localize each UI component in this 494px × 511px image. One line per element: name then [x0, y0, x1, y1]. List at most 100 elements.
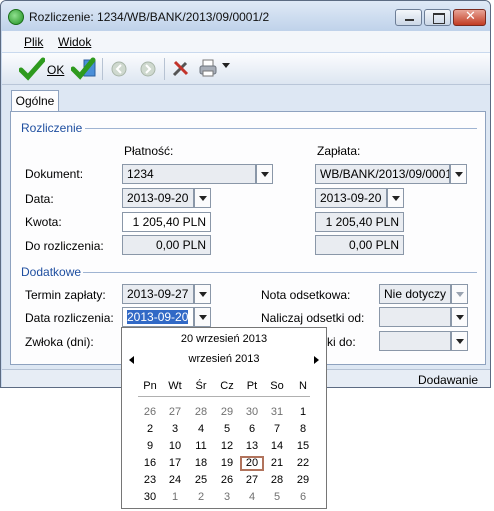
- calendar-day[interactable]: 12: [215, 439, 239, 454]
- calendar-day[interactable]: 11: [189, 439, 213, 454]
- kwota-zaplata-field[interactable]: 1 205,40 PLN: [315, 212, 404, 232]
- weekday-header: Pn: [143, 380, 157, 392]
- calendar-day[interactable]: 6: [240, 422, 264, 437]
- print-icon[interactable]: [198, 58, 218, 78]
- tab-ogolne[interactable]: Ogólne: [11, 90, 59, 112]
- close-button[interactable]: ✕: [453, 9, 486, 26]
- calendar-day[interactable]: 4: [189, 422, 213, 437]
- data-rozliczenia-selected-text: 2013-09-20: [127, 310, 189, 324]
- calendar-day[interactable]: 14: [265, 439, 289, 454]
- calendar-day[interactable]: 5: [215, 422, 239, 437]
- data-zaplata-dropdown[interactable]: [387, 188, 404, 208]
- calendar-day[interactable]: 15: [291, 439, 315, 454]
- data-platnosc-field[interactable]: 2013-09-20: [122, 188, 194, 208]
- calendar-day[interactable]: 26: [215, 473, 239, 488]
- naliczaj-do-field[interactable]: [379, 331, 451, 351]
- naliczaj-od-field[interactable]: [379, 307, 451, 327]
- calendar-month-label[interactable]: wrzesień 2013: [122, 353, 326, 365]
- dokument-zaplata-dropdown[interactable]: [450, 164, 467, 184]
- weekday-header: Pt: [246, 380, 258, 392]
- kwota-platnosc-field[interactable]: 1 205,40 PLN: [122, 212, 211, 232]
- calendar-day[interactable]: 30: [240, 405, 264, 420]
- forward-icon[interactable]: [140, 61, 156, 77]
- calendar-day[interactable]: 19: [215, 456, 239, 471]
- weekday-header: So: [270, 380, 284, 392]
- title-bar[interactable]: Rozliczenie: 1234/WB/BANK/2013/09/0001/2…: [1, 1, 490, 31]
- calendar-day[interactable]: 5: [265, 490, 289, 505]
- label-data-rozliczenia: Data rozliczenia:: [25, 311, 114, 325]
- weekday-header: N: [299, 380, 307, 392]
- calendar-day[interactable]: 21: [265, 456, 289, 471]
- tools-icon[interactable]: [172, 59, 190, 77]
- ok-checkmark-icon[interactable]: [19, 57, 45, 81]
- calendar-day-selected[interactable]: 20: [240, 456, 264, 471]
- calendar-day[interactable]: 3: [163, 422, 187, 437]
- next-month-icon[interactable]: [314, 356, 319, 364]
- calendar-day[interactable]: 3: [215, 490, 239, 505]
- termin-zaplaty-field[interactable]: 2013-09-27: [122, 284, 194, 304]
- calendar-day[interactable]: 22: [291, 456, 315, 471]
- calendar-day[interactable]: 2: [189, 490, 213, 505]
- calendar-day[interactable]: 17: [163, 456, 187, 471]
- calendar-day[interactable]: 8: [291, 422, 315, 437]
- calendar-day[interactable]: 4: [240, 490, 264, 505]
- do-rozliczenia-platnosc-field: 0,00 PLN: [122, 235, 211, 255]
- minimize-icon: [405, 19, 414, 21]
- data-rozliczenia-dropdown[interactable]: [194, 307, 211, 327]
- calendar-day[interactable]: 23: [138, 473, 162, 488]
- nota-odsetkowa-field[interactable]: Nie dotyczy: [379, 284, 451, 304]
- dokument-zaplata-field[interactable]: WB/BANK/2013/09/0001/2: [315, 164, 450, 184]
- calendar-day[interactable]: 27: [240, 473, 264, 488]
- calendar-day[interactable]: 25: [189, 473, 213, 488]
- dokument-platnosc-dropdown[interactable]: [256, 164, 273, 184]
- calendar-day[interactable]: 9: [138, 439, 162, 454]
- naliczaj-do-dropdown[interactable]: [451, 331, 468, 351]
- data-rozliczenia-field[interactable]: 2013-09-20: [122, 307, 194, 327]
- toolbar-separator: [164, 58, 165, 80]
- calendar-day[interactable]: 18: [189, 456, 213, 471]
- maximize-icon: [433, 13, 445, 24]
- minimize-button[interactable]: [395, 9, 422, 26]
- column-header-platnosc: Płatność:: [124, 144, 174, 158]
- calendar-day[interactable]: 2: [138, 422, 162, 437]
- ok-button[interactable]: OK: [47, 63, 64, 77]
- close-icon: ✕: [465, 9, 476, 24]
- calendar-day[interactable]: 1: [291, 405, 315, 420]
- weekday-header: Wt: [168, 380, 182, 392]
- back-icon[interactable]: [111, 61, 127, 77]
- app-icon: [8, 9, 24, 25]
- calendar-day[interactable]: 6: [291, 490, 315, 505]
- label-naliczaj-odsetki-od: Naliczaj odsetki od:: [261, 311, 365, 325]
- calendar-day[interactable]: 16: [138, 456, 162, 471]
- calendar-day[interactable]: 1: [163, 490, 187, 505]
- calendar-day[interactable]: 24: [163, 473, 187, 488]
- data-platnosc-dropdown[interactable]: [194, 188, 211, 208]
- toolbar-separator: [102, 58, 103, 80]
- naliczaj-od-dropdown[interactable]: [451, 307, 468, 327]
- do-rozliczenia-zaplata-field: 0,00 PLN: [315, 235, 404, 255]
- dokument-platnosc-field[interactable]: 1234: [122, 164, 256, 184]
- calendar-day[interactable]: 29: [291, 473, 315, 488]
- window-title: Rozliczenie: 1234/WB/BANK/2013/09/0001/2: [29, 10, 270, 24]
- calendar-day[interactable]: 28: [265, 473, 289, 488]
- calendar-divider: [138, 396, 310, 397]
- nota-odsetkowa-dropdown[interactable]: [451, 284, 468, 304]
- calendar-day[interactable]: 28: [189, 405, 213, 420]
- maximize-button[interactable]: [424, 9, 451, 26]
- calendar-day[interactable]: 30: [138, 490, 162, 505]
- calendar-day[interactable]: 13: [240, 439, 264, 454]
- calendar-day[interactable]: 29: [215, 405, 239, 420]
- menu-plik[interactable]: Plik: [24, 35, 43, 49]
- status-text: Dodawanie: [418, 373, 479, 387]
- termin-zaplaty-dropdown[interactable]: [194, 284, 211, 304]
- calendar-day[interactable]: 31: [265, 405, 289, 420]
- checkmark-edit-icon[interactable]: [71, 56, 97, 81]
- menu-widok[interactable]: Widok: [58, 35, 91, 49]
- calendar-day[interactable]: 7: [265, 422, 289, 437]
- data-zaplata-field[interactable]: 2013-09-20: [315, 188, 387, 208]
- calendar-today-label[interactable]: 20 wrzesień 2013: [122, 333, 326, 345]
- dropdown-arrow-icon[interactable]: [222, 63, 230, 68]
- calendar-day[interactable]: 27: [163, 405, 187, 420]
- calendar-day[interactable]: 10: [163, 439, 187, 454]
- calendar-day[interactable]: 26: [138, 405, 162, 420]
